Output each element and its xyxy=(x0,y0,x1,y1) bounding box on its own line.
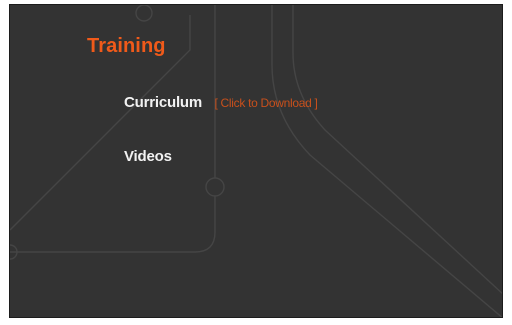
circuit-background-graphic xyxy=(10,5,502,317)
curriculum-label: Curriculum xyxy=(124,94,203,111)
training-panel: Training Curriculum [ Click to Download … xyxy=(9,4,503,318)
curriculum-row: Curriculum [ Click to Download ] xyxy=(124,94,318,112)
videos-row: Videos xyxy=(124,148,172,166)
curriculum-download-link[interactable]: [ Click to Download ] xyxy=(214,96,317,110)
training-heading: Training xyxy=(87,35,166,57)
videos-label[interactable]: Videos xyxy=(124,148,172,165)
